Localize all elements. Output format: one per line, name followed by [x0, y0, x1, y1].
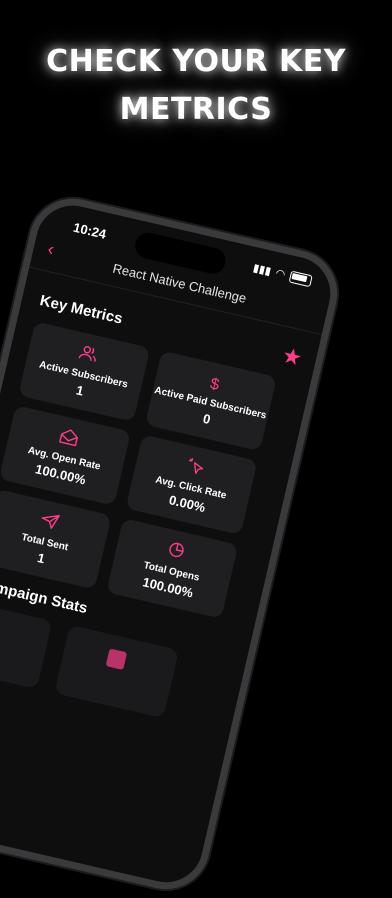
pie-chart-icon: [165, 540, 187, 565]
campaign-stat-icon: [0, 619, 1, 641]
metric-card-total-sent[interactable]: Total Sent 1: [0, 488, 112, 590]
metric-value: 1: [74, 382, 86, 399]
status-icons: ▮▮▮ ◠: [251, 261, 313, 288]
metric-value: 1: [35, 550, 47, 567]
metric-card-avg-click-rate[interactable]: Avg. Click Rate 0.00%: [125, 434, 258, 535]
status-time: 10:24: [71, 219, 108, 242]
users-icon: [77, 343, 99, 368]
battery-icon: [288, 270, 313, 288]
promo-headline: CHECK YOUR KEY METRICS: [0, 38, 392, 134]
campaign-stat-tile[interactable]: [0, 595, 53, 690]
metric-card-active-paid-subscribers[interactable]: $ Active Paid Subscribers 0: [144, 350, 277, 452]
app-screen: 10:24 ▮▮▮ ◠ ‹ React Native Challenge Key…: [0, 198, 338, 890]
cursor-click-icon: [184, 456, 206, 481]
mute-switch: [3, 303, 14, 334]
section-title-key-metrics: Key Metrics: [38, 292, 125, 328]
metric-card-avg-open-rate[interactable]: Avg. Open Rate 100.00%: [0, 405, 131, 506]
envelope-open-icon: [58, 427, 80, 452]
signal-icon: ▮▮▮: [251, 262, 273, 278]
metric-card-active-subscribers[interactable]: Active Subscribers 1: [18, 321, 151, 422]
star-icon[interactable]: ★: [279, 342, 305, 372]
send-icon: [38, 511, 60, 536]
campaign-stat-icon: [105, 648, 128, 671]
campaign-stat-tile[interactable]: [54, 624, 180, 719]
headline-line-2: METRICS: [119, 92, 273, 127]
dollar-icon: $: [208, 375, 222, 394]
metric-value: 0: [201, 410, 213, 427]
headline-line-1: CHECK YOUR KEY: [46, 44, 346, 79]
phone-mockup: 10:24 ▮▮▮ ◠ ‹ React Native Challenge Key…: [0, 190, 346, 898]
metric-card-total-opens[interactable]: Total Opens 100.00%: [106, 518, 239, 619]
wifi-icon: ◠: [274, 267, 287, 282]
